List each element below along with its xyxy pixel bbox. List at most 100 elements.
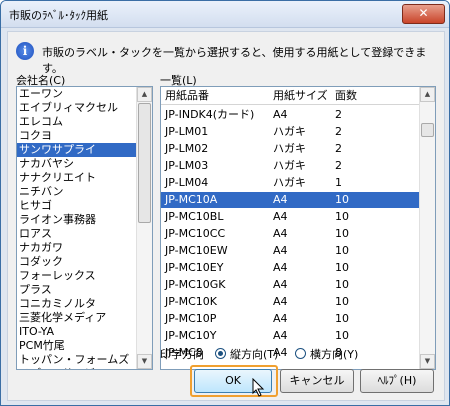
radio-landscape-label[interactable]: 横方向(Y) [310, 346, 358, 362]
table-row[interactable]: JP-MC10EY A4 10 [161, 260, 420, 276]
paper-code-cell: JP-MC10BL [165, 210, 224, 223]
label-count-cell: 10 [335, 210, 349, 223]
company-item[interactable]: ITO-YA [17, 325, 152, 339]
company-item[interactable]: サンワサプライ [17, 143, 152, 157]
paper-code-cell: JP-LM02 [165, 142, 209, 155]
info-icon-glyph: i [22, 44, 28, 58]
paper-size-cell: A4 [273, 312, 288, 325]
scroll-up-icon[interactable]: ▲ [137, 87, 152, 102]
company-item[interactable]: コダック [17, 255, 152, 269]
table-row[interactable]: JP-LM02 ハガキ 2 [161, 141, 420, 157]
company-item[interactable]: ナカバヤシ [17, 157, 152, 171]
table-row[interactable]: JP-MC10A A4 10 [161, 192, 420, 208]
paper-code-cell: JP-MC10EY [165, 261, 224, 274]
table-row[interactable]: JP-MC10CC A4 10 [161, 226, 420, 242]
info-message: 市販のラベル・タックを一覧から選択すると、使用する用紙として登録できます。 [42, 46, 427, 75]
table-row[interactable]: JP-LM04 ハガキ 1 [161, 175, 420, 191]
table-row[interactable]: JP-LM03 ハガキ 2 [161, 158, 420, 174]
company-item[interactable]: PCM竹尾 [17, 339, 152, 353]
company-item[interactable]: ニチバン [17, 185, 152, 199]
label-count-cell: 2 [335, 142, 342, 155]
radio-landscape[interactable] [295, 348, 306, 359]
paper-code-cell: JP-LM03 [165, 159, 209, 172]
paper-size-cell: A4 [273, 210, 288, 223]
company-item[interactable]: ライオン事務器 [17, 213, 152, 227]
column-header-count[interactable]: 面数 [331, 87, 420, 105]
paper-size-cell: A4 [273, 193, 288, 206]
company-item[interactable]: エレコム [17, 115, 152, 129]
paper-code-cell: JP-MC10P [165, 312, 217, 325]
dialog-window: 市販のﾗﾍﾞﾙ･ﾀｯｸ用紙 ✕ i 市販のラベル・タックを一覧から選択すると、使… [0, 0, 450, 406]
paper-size-cell: A4 [273, 261, 288, 274]
scroll-down-icon[interactable]: ▼ [137, 354, 152, 369]
company-scrollbar[interactable]: ▲ ▼ [136, 87, 152, 369]
label-count-cell: 2 [335, 108, 342, 121]
paper-scrollbar[interactable]: ▲ ▼ [419, 87, 435, 369]
title-bar: 市販のﾗﾍﾞﾙ･ﾀｯｸ用紙 ✕ [1, 1, 449, 28]
table-row[interactable]: JP-INDK4(カード) A4 2 [161, 107, 420, 123]
label-count-cell: 1 [335, 176, 342, 189]
info-icon: i [16, 42, 34, 60]
paper-code-cell: JP-MC10Y [165, 329, 217, 342]
table-row[interactable]: JP-MC10Y A4 10 [161, 328, 420, 344]
close-button[interactable]: ✕ [402, 4, 445, 24]
table-row[interactable]: JP-MC10P A4 10 [161, 311, 420, 327]
paper-code-cell: JP-MC10EW [165, 244, 228, 257]
paper-size-cell: A4 [273, 108, 288, 121]
company-item[interactable]: プラス [17, 283, 152, 297]
paper-size-cell: A4 [273, 329, 288, 342]
label-count-cell: 10 [335, 295, 349, 308]
label-count-cell: 10 [335, 244, 349, 257]
paper-code-cell: JP-INDK4(カード) [165, 108, 255, 121]
paper-size-cell: A4 [273, 278, 288, 291]
radio-portrait-label[interactable]: 縦方向(T) [230, 346, 278, 362]
company-item[interactable]: ナカガワ [17, 241, 152, 255]
table-row[interactable]: JP-MC10EW A4 10 [161, 243, 420, 259]
scroll-thumb[interactable] [421, 123, 434, 137]
close-icon: ✕ [418, 6, 429, 20]
label-count-cell: 10 [335, 227, 349, 240]
help-button[interactable]: ﾍﾙﾌﾟ(H) [360, 369, 434, 393]
paper-code-cell: JP-LM04 [165, 176, 209, 189]
label-count-cell: 2 [335, 125, 342, 138]
paper-code-cell: JP-MC10GK [165, 278, 226, 291]
column-header-size[interactable]: 用紙サイズ [269, 87, 331, 105]
paper-size-cell: ハガキ [273, 142, 306, 155]
company-items: エーワン エイブリィマクセル エレコム コクヨ サンワサプライ ナカバヤシ ナナクリエイトニ… [17, 87, 152, 369]
paper-code-cell: JP-MC10K [165, 295, 217, 308]
table-row[interactable]: JP-MC10BL A4 10 [161, 209, 420, 225]
paper-size-cell: A4 [273, 244, 288, 257]
label-count-cell: 10 [335, 312, 349, 325]
company-item[interactable]: 三菱化学メディア [17, 311, 152, 325]
paper-code-cell: JP-LM01 [165, 125, 209, 138]
paper-code-cell: JP-MC10A [165, 193, 218, 206]
scroll-up-icon[interactable]: ▲ [420, 87, 435, 102]
label-count-cell: 10 [335, 193, 349, 206]
radio-portrait[interactable] [215, 348, 226, 359]
company-item[interactable]: ロアス [17, 227, 152, 241]
company-item[interactable]: フォーレックス [17, 269, 152, 283]
company-listbox[interactable]: エーワン エイブリィマクセル エレコム コクヨ サンワサプライ ナカバヤシ ナナクリエイトニ… [16, 86, 153, 370]
print-direction-label: 印字方向 [160, 348, 204, 361]
paper-size-cell: A4 [273, 295, 288, 308]
column-header-code[interactable]: 用紙品番 [161, 87, 269, 105]
label-count-cell: 2 [335, 159, 342, 172]
paper-size-cell: A4 [273, 227, 288, 240]
company-item[interactable]: メディアサービス [17, 367, 152, 369]
dialog-body: i 市販のラベル・タックを一覧から選択すると、使用する用紙として登録できます。 … [7, 31, 445, 401]
table-row[interactable]: JP-LM01 ハガキ 2 [161, 124, 420, 140]
scroll-down-icon[interactable]: ▼ [420, 354, 435, 369]
table-row[interactable]: JP-MC10GK A4 10 [161, 277, 420, 293]
company-item[interactable]: コクヨ [17, 129, 152, 143]
company-item[interactable]: コニカミノルタ [17, 297, 152, 311]
scroll-thumb[interactable] [138, 103, 151, 223]
company-item[interactable]: トッパン・フォームズ [17, 353, 152, 367]
company-item[interactable]: ナナクリエイト [17, 171, 152, 185]
paper-listview[interactable]: 用紙品番 用紙サイズ 面数 JP-INDK4(カード) A4 2 JP-LM01 ハガキ… [160, 86, 436, 370]
company-item[interactable]: エーワン [17, 87, 152, 101]
company-item[interactable]: エイブリィマクセル [17, 101, 152, 115]
mouse-cursor-icon [252, 378, 265, 397]
cancel-button[interactable]: キャンセル [280, 369, 354, 393]
table-row[interactable]: JP-MC10K A4 10 [161, 294, 420, 310]
company-item[interactable]: ヒサゴ [17, 199, 152, 213]
